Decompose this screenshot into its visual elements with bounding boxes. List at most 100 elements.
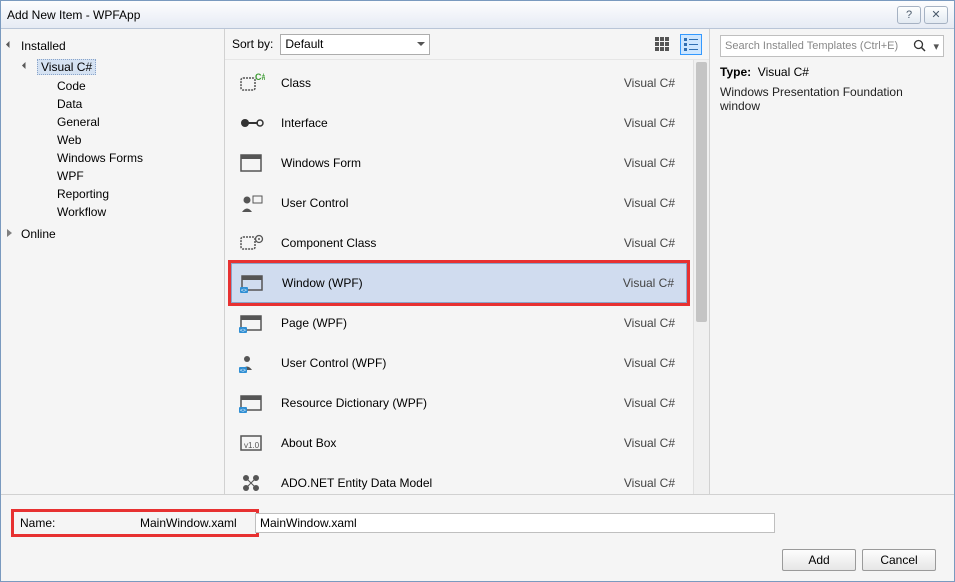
svg-text:<>: <> — [240, 328, 246, 334]
sort-by-value: Default — [285, 37, 323, 51]
detail-type-value: Visual C# — [758, 65, 809, 79]
interface-icon — [239, 110, 265, 136]
component-icon — [239, 230, 265, 256]
template-lang: Visual C# — [624, 436, 675, 450]
tree-leaf[interactable]: Web — [1, 131, 224, 149]
ado-icon — [239, 470, 265, 494]
tree-leaf[interactable]: General — [1, 113, 224, 131]
template-lang: Visual C# — [624, 116, 675, 130]
tree-leaf[interactable]: Workflow — [1, 203, 224, 221]
template-scrollbar[interactable] — [693, 60, 709, 494]
tree-leaf[interactable]: Reporting — [1, 185, 224, 203]
template-row[interactable]: ADO.NET Entity Data ModelVisual C# — [231, 463, 687, 494]
cancel-button[interactable]: Cancel — [862, 549, 936, 571]
template-row[interactable]: Component ClassVisual C# — [231, 223, 687, 263]
template-label: ADO.NET Entity Data Model — [281, 476, 624, 490]
template-label: Windows Form — [281, 156, 624, 170]
add-button[interactable]: Add — [782, 549, 856, 571]
name-input[interactable] — [255, 513, 775, 533]
selection-highlight: <> Window (WPF)Visual C# — [228, 260, 690, 306]
form-icon — [239, 150, 265, 176]
template-label: Resource Dictionary (WPF) — [281, 396, 624, 410]
template-lang: Visual C# — [624, 76, 675, 90]
search-icon — [913, 39, 927, 53]
tree-leaf[interactable]: Data — [1, 95, 224, 113]
template-panel: Sort by: Default C#ClassVisual C#Interfa… — [225, 29, 710, 494]
tree-leaf[interactable]: Code — [1, 77, 224, 95]
chevron-right-icon — [7, 229, 17, 239]
svg-text:<>: <> — [240, 368, 246, 374]
chevron-down-icon — [23, 62, 33, 72]
template-row[interactable]: InterfaceVisual C# — [231, 103, 687, 143]
name-highlight: Name: MainWindow.xaml — [11, 509, 259, 537]
wpf-icon: <> — [240, 270, 266, 296]
template-label: Page (WPF) — [281, 316, 624, 330]
scrollbar-thumb[interactable] — [696, 62, 707, 322]
template-lang: Visual C# — [624, 316, 675, 330]
template-lang: Visual C# — [624, 236, 675, 250]
close-button[interactable]: ✕ — [924, 6, 948, 24]
list-icon — [684, 37, 698, 51]
template-lang: Visual C# — [624, 156, 675, 170]
category-tree: Installed Visual C# CodeDataGeneralWebWi… — [1, 29, 225, 494]
usercontrol-icon — [239, 190, 265, 216]
template-row[interactable]: C# ClassVisual C# — [231, 63, 687, 103]
help-button[interactable]: ? — [897, 6, 921, 24]
view-medium-icons-button[interactable] — [651, 34, 673, 55]
view-small-icons-button[interactable] — [680, 34, 702, 55]
tree-installed-label: Installed — [21, 39, 66, 53]
grid-icon — [655, 37, 669, 51]
tree-visual-csharp[interactable]: Visual C# — [1, 57, 224, 77]
sort-by-dropdown[interactable]: Default — [280, 34, 430, 55]
svg-text:C#: C# — [255, 72, 265, 82]
template-label: Window (WPF) — [282, 276, 623, 290]
svg-text:v1.0: v1.0 — [244, 441, 260, 450]
about-icon: v1.0 — [239, 430, 265, 456]
tree-category-label: Visual C# — [37, 59, 96, 75]
detail-panel: Search Installed Templates (Ctrl+E) ▾ Ty… — [710, 29, 954, 494]
title-bar: Add New Item - WPFApp ? ✕ — [1, 1, 954, 29]
wpf-uc-icon: <> — [239, 350, 265, 376]
template-row[interactable]: v1.0 About BoxVisual C# — [231, 423, 687, 463]
svg-text:<>: <> — [240, 408, 246, 414]
template-label: Interface — [281, 116, 624, 130]
sort-by-label: Sort by: — [232, 37, 273, 51]
chevron-down-icon — [417, 42, 425, 46]
template-lang: Visual C# — [624, 476, 675, 490]
template-label: About Box — [281, 436, 624, 450]
template-label: User Control — [281, 196, 624, 210]
tree-leaf[interactable]: WPF — [1, 167, 224, 185]
search-placeholder: Search Installed Templates (Ctrl+E) — [725, 40, 898, 52]
tree-installed[interactable]: Installed — [1, 35, 224, 57]
template-row[interactable]: <> Resource Dictionary (WPF)Visual C# — [231, 383, 687, 423]
template-lang: Visual C# — [624, 396, 675, 410]
wpf-icon: <> — [239, 310, 265, 336]
detail-type-label: Type: — [720, 65, 751, 79]
tree-leaf[interactable]: Windows Forms — [1, 149, 224, 167]
template-row[interactable]: <> Page (WPF)Visual C# — [231, 303, 687, 343]
template-row[interactable]: <> User Control (WPF)Visual C# — [231, 343, 687, 383]
name-label: Name: — [20, 516, 140, 530]
search-input[interactable]: Search Installed Templates (Ctrl+E) ▾ — [720, 35, 944, 57]
template-label: User Control (WPF) — [281, 356, 624, 370]
template-row[interactable]: User ControlVisual C# — [231, 183, 687, 223]
class-icon: C# — [239, 70, 265, 96]
detail-description: Windows Presentation Foundation window — [720, 85, 944, 113]
template-label: Class — [281, 76, 624, 90]
detail-type: Type: Visual C# — [720, 65, 944, 79]
template-row[interactable]: <> Window (WPF)Visual C# — [231, 263, 687, 303]
footer: Name: MainWindow.xaml Add Cancel — [1, 494, 954, 581]
template-lang: Visual C# — [624, 356, 675, 370]
template-row[interactable]: Windows FormVisual C# — [231, 143, 687, 183]
wpf-icon: <> — [239, 390, 265, 416]
template-label: Component Class — [281, 236, 624, 250]
name-value-preview: MainWindow.xaml — [140, 516, 250, 530]
template-lang: Visual C# — [623, 276, 674, 290]
template-lang: Visual C# — [624, 196, 675, 210]
svg-text:<>: <> — [241, 288, 247, 294]
tree-online[interactable]: Online — [1, 225, 224, 243]
chevron-down-icon — [7, 41, 17, 51]
tree-online-label: Online — [21, 227, 56, 241]
search-dropdown-icon[interactable]: ▾ — [933, 40, 939, 53]
template-list[interactable]: C#ClassVisual C#InterfaceVisual C#Window… — [225, 60, 693, 494]
